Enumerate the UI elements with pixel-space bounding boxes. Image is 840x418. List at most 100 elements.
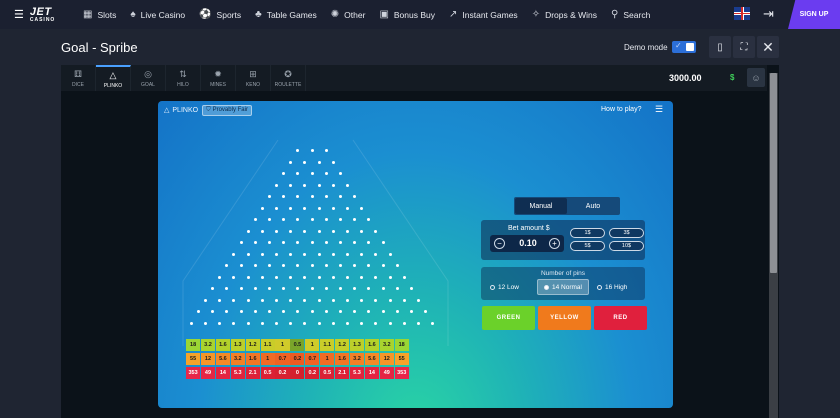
plus-icon[interactable]: + <box>549 238 560 249</box>
demo-mode-toggle[interactable]: ✓ <box>672 41 696 53</box>
peg <box>253 287 257 290</box>
tab-goal[interactable]: ◎ GOAL <box>131 65 166 91</box>
peg <box>253 264 257 267</box>
red-multiplier: 2.1 <box>245 367 260 379</box>
tab-label: PLINKO <box>103 82 123 89</box>
pins-16-high[interactable]: 16 High <box>591 279 642 295</box>
peg <box>353 195 357 198</box>
peg <box>282 218 286 221</box>
chip-5[interactable]: 5$ <box>570 241 605 251</box>
red-multiplier: 0.5 <box>260 367 275 379</box>
peg <box>218 275 222 279</box>
tab-roulette[interactable]: ✪ ROULETTE <box>271 65 306 91</box>
peg <box>296 264 300 267</box>
peg <box>267 287 271 290</box>
jet-casino-logo[interactable]: JET CASINO <box>30 6 55 23</box>
nav-search[interactable]: ⚲ Search <box>611 9 650 20</box>
signup-button[interactable]: SIGN UP <box>788 0 840 29</box>
how-to-play-link[interactable]: How to play? <box>601 106 641 113</box>
chip-3[interactable]: 3$ <box>609 228 644 238</box>
pins-14-normal[interactable]: 14 Normal <box>537 279 589 295</box>
nav-live-casino[interactable]: ♠ Live Casino <box>130 9 185 20</box>
peg <box>310 195 314 198</box>
tab-keno[interactable]: ⊞ KENO <box>236 65 271 91</box>
nav-bonus-buy[interactable]: ▣ Bonus Buy <box>379 9 435 20</box>
green-multiplier: 1.3 <box>349 339 365 351</box>
peg <box>303 252 307 256</box>
brand: ☰ JET CASINO <box>0 6 78 23</box>
peg <box>296 149 300 152</box>
red-multiplier: 0.2 <box>305 367 320 379</box>
peg <box>260 229 264 233</box>
peg <box>225 310 229 313</box>
nav-other[interactable]: ✺ Other <box>331 9 366 20</box>
nav-table-games[interactable]: ♣ Table Games <box>255 9 317 20</box>
tab-mines[interactable]: ✹ MINES <box>201 65 236 91</box>
peg <box>239 264 243 267</box>
instant-games-icon: ↗ <box>449 9 458 20</box>
close-icon[interactable]: ✕ <box>757 36 779 58</box>
chip-10[interactable]: 10$ <box>609 241 644 251</box>
pins-12-low[interactable]: 12 Low <box>484 279 535 295</box>
menu-icon[interactable]: ☰ <box>14 8 24 21</box>
mode-manual[interactable]: Manual <box>515 198 567 214</box>
nav-sports[interactable]: ⚽ Sports <box>199 9 241 20</box>
peg <box>402 321 406 325</box>
peg <box>296 310 300 313</box>
peg <box>353 287 357 290</box>
peg <box>417 298 420 302</box>
provably-fair-badge[interactable]: ⛉ Provably Fair <box>202 104 252 116</box>
hamburger-menu-icon[interactable]: ☰ <box>655 104 663 115</box>
uk-flag-icon[interactable] <box>734 7 750 20</box>
bet-stepper: − 0.10 + <box>490 235 564 252</box>
bet-amount-input[interactable]: 0.10 <box>510 238 546 248</box>
nav-label: Other <box>344 9 366 20</box>
green-multiplier: 1.6 <box>364 339 379 351</box>
phone-icon[interactable]: ▯ <box>709 36 731 58</box>
chip-1[interactable]: 1$ <box>570 228 605 238</box>
nav-label: Instant Games <box>462 9 518 20</box>
peg <box>189 321 193 325</box>
peg <box>289 298 293 302</box>
mode-auto[interactable]: Auto <box>567 198 619 214</box>
peg <box>246 252 250 256</box>
nav-label: Live Casino <box>140 9 186 20</box>
nav-drops-wins[interactable]: ✧ Drops & Wins <box>532 9 597 20</box>
tab-hilo[interactable]: ⇅ HILO <box>166 65 201 91</box>
yellow-multiplier: 1.6 <box>245 353 260 365</box>
yellow-button[interactable]: YELLOW <box>538 306 591 330</box>
tab-label: DICE <box>72 81 84 88</box>
demo-mode-label: Demo mode <box>624 43 668 52</box>
tab-dice[interactable]: ⚅ DICE <box>61 65 96 91</box>
peg <box>211 287 215 290</box>
tab-plinko[interactable]: △ PLINKO <box>96 65 131 91</box>
peg <box>267 241 271 244</box>
user-icon[interactable]: ☺ <box>747 68 765 87</box>
login-icon[interactable]: ⇥ <box>763 6 774 22</box>
fullscreen-icon[interactable]: ⛶ <box>733 36 755 58</box>
red-button[interactable]: RED <box>594 306 647 330</box>
yellow-multiplier: 5.6 <box>364 353 379 365</box>
green-button[interactable]: GREEN <box>482 306 535 330</box>
peg <box>374 252 378 256</box>
peg <box>317 252 321 256</box>
green-multiplier: 1 <box>275 339 290 351</box>
yellow-multiplier: 1 <box>320 353 335 365</box>
green-multiplier: 1.2 <box>335 339 350 351</box>
nav-slots[interactable]: ▦ Slots <box>83 9 116 20</box>
red-multiplier: 14 <box>364 367 379 379</box>
goal-icon: ◎ <box>144 68 152 79</box>
peg <box>282 287 286 290</box>
minus-icon[interactable]: − <box>494 238 505 249</box>
yellow-multiplier: 0.7 <box>275 353 290 365</box>
peg <box>338 264 342 267</box>
peg <box>310 287 314 290</box>
nav-instant-games[interactable]: ↗ Instant Games <box>449 9 518 20</box>
green-multiplier: 3.2 <box>200 339 216 351</box>
peg <box>346 321 349 325</box>
peg <box>346 298 349 302</box>
peg <box>303 298 307 302</box>
peg <box>367 287 371 290</box>
scrollbar[interactable] <box>769 73 778 418</box>
peg <box>253 310 257 313</box>
